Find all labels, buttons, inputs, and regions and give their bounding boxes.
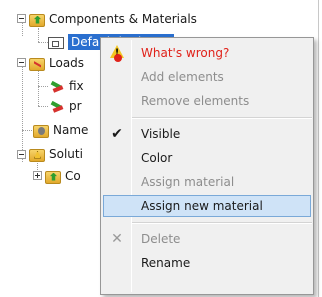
delete-x-icon: ✕ <box>111 231 123 247</box>
menu-item-delete[interactable]: ✕ Delete <box>103 228 311 250</box>
checkmark-icon: ✔ <box>111 126 123 142</box>
menu-separator <box>132 117 312 119</box>
tree-connector <box>38 86 48 87</box>
menu-item-whats-wrong[interactable]: ! What's wrong? <box>103 42 311 64</box>
collapse-toggle[interactable] <box>17 58 26 67</box>
components-folder-icon <box>29 13 45 27</box>
panel-border <box>318 0 319 297</box>
menu-item-assign-material[interactable]: Assign material <box>103 171 311 193</box>
menu-item-remove-elements[interactable]: Remove elements <box>103 90 311 112</box>
menu-item-visible[interactable]: ✔ Visible <box>103 123 311 145</box>
menu-item-label: What's wrong? <box>141 46 230 60</box>
menu-item-label: Rename <box>141 256 191 270</box>
context-menu: ! What's wrong? Add elements Remove elem… <box>100 37 314 295</box>
tree-node-name[interactable]: Name <box>33 121 88 139</box>
named-selection-folder-icon <box>33 124 49 138</box>
warning-icon: ! <box>109 45 125 62</box>
solution-folder-icon <box>29 148 45 162</box>
menu-separator <box>132 222 312 224</box>
menu-item-label: Add elements <box>141 70 224 84</box>
tree-node-label: Name <box>53 123 89 137</box>
tree-node-solution[interactable]: Soluti <box>29 145 83 163</box>
menu-item-label: Visible <box>141 127 181 141</box>
tree-node-fix[interactable]: fix <box>49 77 84 95</box>
expand-toggle[interactable] <box>33 171 42 180</box>
tree-node-label: Loads <box>49 56 85 70</box>
menu-item-assign-new-material[interactable]: Assign new material <box>103 195 311 217</box>
tree-connector <box>22 130 32 131</box>
tree-node-label: Co <box>65 169 81 183</box>
menu-item-rename[interactable]: Rename <box>103 252 311 274</box>
menu-item-add-elements[interactable]: Add elements <box>103 66 311 88</box>
load-icon <box>49 78 65 94</box>
collapse-toggle[interactable] <box>17 14 26 23</box>
components-folder-icon <box>45 170 61 184</box>
tree-connector <box>38 28 39 42</box>
tree-node-components-materials[interactable]: Components & Materials <box>29 10 197 28</box>
tree-node-label: Soluti <box>49 147 83 161</box>
menu-item-label: Assign new material <box>141 199 263 213</box>
menu-item-label: Color <box>141 151 173 165</box>
tree-connector <box>38 106 48 107</box>
tree-connector <box>22 22 23 36</box>
tree-node-label: Components & Materials <box>49 12 197 26</box>
tree-node-loads[interactable]: Loads <box>29 54 84 72</box>
tree-connector <box>22 64 23 162</box>
tree-node-label: fix <box>69 79 84 93</box>
menu-item-color[interactable]: Color <box>103 147 311 169</box>
tree-node-label: pr <box>69 99 82 113</box>
menu-item-label: Remove elements <box>141 94 250 108</box>
tree-node-pr[interactable]: pr <box>49 97 82 115</box>
tree-node-co[interactable]: Co <box>45 167 81 185</box>
collapse-toggle[interactable] <box>17 150 26 159</box>
menu-item-label: Delete <box>141 232 181 246</box>
load-icon <box>49 98 65 114</box>
body-set-icon <box>48 37 64 49</box>
loads-folder-icon <box>29 57 45 71</box>
tree-connector <box>38 68 39 106</box>
menu-item-label: Assign material <box>141 175 235 189</box>
